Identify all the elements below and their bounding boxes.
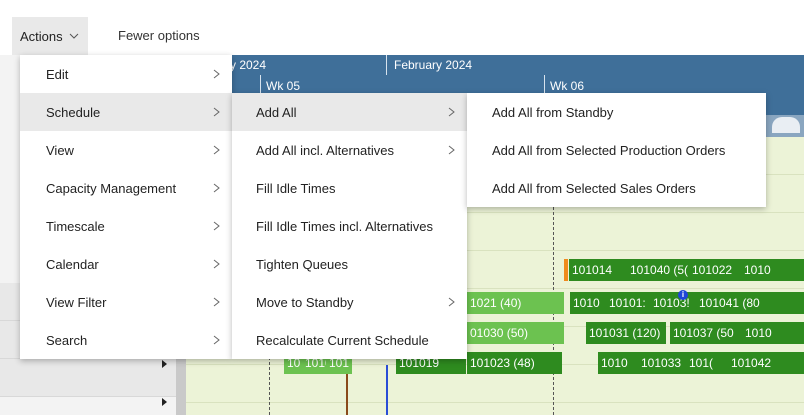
menu-item-add-all-from-selected-production-orders[interactable]: Add All from Selected Production Orders bbox=[467, 131, 766, 169]
menu-item-capacity-management[interactable]: Capacity Management bbox=[20, 169, 232, 207]
order-bar[interactable]: 101041 (80 bbox=[696, 292, 804, 314]
menu-item-add-all-from-standby[interactable]: Add All from Standby bbox=[467, 93, 766, 131]
menu-item-search[interactable]: Search bbox=[20, 321, 232, 359]
menu-item-view[interactable]: View bbox=[20, 131, 232, 169]
chevron-down-icon bbox=[69, 33, 78, 39]
menu-item-label: Calendar bbox=[46, 256, 99, 272]
order-bar[interactable]: 101022 bbox=[689, 259, 741, 281]
order-bar[interactable]: 1010 bbox=[742, 322, 804, 344]
menu-item-add-all-incl-alternatives[interactable]: Add All incl. Alternatives bbox=[232, 131, 467, 169]
chevron-right-icon bbox=[213, 335, 220, 345]
order-bar[interactable]: 101023 (48) bbox=[467, 352, 562, 374]
add-all-submenu: Add All from Standby Add All from Select… bbox=[467, 93, 766, 207]
expand-arrow-icon[interactable] bbox=[162, 360, 167, 368]
order-bar[interactable]: 101037 (50 bbox=[670, 322, 742, 344]
menu-item-label: Fill Idle Times incl. Alternatives bbox=[256, 218, 434, 234]
menu-item-label: Add All from Selected Sales Orders bbox=[492, 180, 696, 196]
week-label: Wk 06 bbox=[550, 79, 585, 93]
menu-item-label: Capacity Management bbox=[46, 180, 177, 196]
order-bar[interactable]: 1021 (40) bbox=[467, 292, 564, 314]
order-bar[interactable]: 101014 bbox=[569, 259, 627, 281]
menu-item-add-all-from-selected-sales-orders[interactable]: Add All from Selected Sales Orders bbox=[467, 169, 766, 207]
action-bar: Actions Fewer options bbox=[0, 15, 804, 55]
chevron-right-icon bbox=[448, 297, 455, 307]
order-bar[interactable]: 101042 bbox=[728, 352, 804, 374]
current-time-marker bbox=[386, 365, 388, 415]
menu-item-timescale[interactable]: Timescale bbox=[20, 207, 232, 245]
menu-item-label: Timescale bbox=[46, 218, 105, 234]
order-bar[interactable]: 1010 bbox=[598, 352, 638, 374]
schedule-submenu: Add All Add All incl. Alternatives Fill … bbox=[232, 93, 467, 359]
menu-item-move-to-standby[interactable]: Move to Standby bbox=[232, 283, 467, 321]
expand-arrow-icon[interactable] bbox=[162, 398, 167, 406]
order-bar[interactable]: 1010 bbox=[741, 259, 804, 281]
order-bar[interactable]: 10101: bbox=[606, 292, 650, 314]
chevron-right-icon bbox=[213, 259, 220, 269]
menu-item-label: Tighten Queues bbox=[256, 256, 349, 272]
month-label: y 2024 bbox=[230, 58, 267, 72]
fewer-options-link[interactable]: Fewer options bbox=[118, 28, 200, 43]
chevron-right-icon bbox=[213, 107, 220, 117]
menu-item-fill-idle-times-incl-alternatives[interactable]: Fill Idle Times incl. Alternatives bbox=[232, 207, 467, 245]
menu-item-label: Recalculate Current Schedule bbox=[256, 332, 429, 348]
menu-item-label: Edit bbox=[46, 66, 69, 82]
collapse-icon[interactable] bbox=[772, 117, 800, 133]
menu-item-schedule[interactable]: Schedule bbox=[20, 93, 232, 131]
month-label: February 2024 bbox=[394, 58, 473, 72]
menu-item-recalculate-current-schedule[interactable]: Recalculate Current Schedule bbox=[232, 321, 467, 359]
menu-item-label: Add All incl. Alternatives bbox=[256, 142, 395, 158]
menu-item-add-all[interactable]: Add All bbox=[232, 93, 467, 131]
status-tab bbox=[564, 259, 568, 281]
menu-item-calendar[interactable]: Calendar bbox=[20, 245, 232, 283]
order-bar[interactable]: 101031 (120) bbox=[586, 322, 666, 344]
menu-item-label: Add All from Selected Production Orders bbox=[492, 142, 726, 158]
actions-button[interactable]: Actions bbox=[12, 17, 88, 55]
order-bar[interactable]: 101( bbox=[686, 352, 728, 374]
chevron-right-icon bbox=[213, 69, 220, 79]
menu-item-view-filter[interactable]: View Filter bbox=[20, 283, 232, 321]
chevron-right-icon bbox=[213, 145, 220, 155]
header-separator bbox=[386, 55, 387, 75]
menu-item-label: Add All from Standby bbox=[492, 104, 614, 120]
order-bar[interactable]: 101033 bbox=[638, 352, 686, 374]
menu-item-edit[interactable]: Edit bbox=[20, 55, 232, 93]
chevron-right-icon bbox=[448, 145, 455, 155]
info-icon[interactable]: i bbox=[678, 290, 688, 300]
chevron-right-icon bbox=[213, 221, 220, 231]
actions-label: Actions bbox=[20, 28, 63, 44]
menu-item-fill-idle-times[interactable]: Fill Idle Times bbox=[232, 169, 467, 207]
menu-item-label: View bbox=[46, 142, 74, 158]
week-label: Wk 05 bbox=[266, 79, 301, 93]
actions-menu: Edit Schedule View Capacity Management T… bbox=[20, 55, 232, 359]
order-bar[interactable]: 101040 (5( bbox=[627, 259, 689, 281]
menu-item-label: Schedule bbox=[46, 104, 101, 120]
order-bar[interactable]: 01030 (50) bbox=[467, 322, 564, 344]
menu-item-label: Fill Idle Times bbox=[256, 180, 336, 196]
menu-item-label: Search bbox=[46, 332, 88, 348]
menu-item-label: Add All bbox=[256, 104, 297, 120]
order-bar[interactable]: 1010 bbox=[570, 292, 606, 314]
chevron-right-icon bbox=[448, 107, 455, 117]
chevron-right-icon bbox=[213, 183, 220, 193]
menu-item-label: View Filter bbox=[46, 294, 107, 310]
chevron-right-icon bbox=[213, 297, 220, 307]
order-bar[interactable]: 10103! bbox=[650, 292, 696, 314]
resource-row[interactable] bbox=[0, 359, 180, 397]
menu-item-tighten-queues[interactable]: Tighten Queues bbox=[232, 245, 467, 283]
menu-item-label: Move to Standby bbox=[256, 294, 354, 310]
